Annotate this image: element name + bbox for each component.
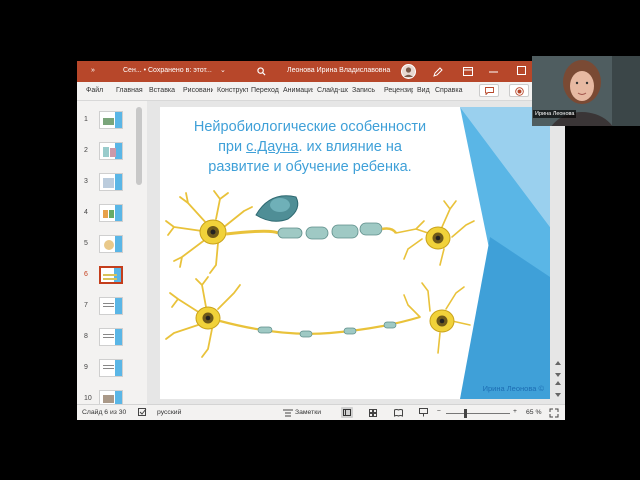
slide-preview	[99, 266, 123, 284]
notes-label: Заметки	[295, 409, 321, 416]
avatar[interactable]	[401, 64, 416, 79]
canvas-scroll-arrows[interactable]	[554, 359, 562, 399]
fit-to-window-icon[interactable]	[549, 408, 559, 418]
maximize-icon[interactable]	[517, 66, 526, 75]
normal-view-icon	[343, 409, 351, 416]
slide-thumbnail-1[interactable]: 1	[77, 111, 143, 139]
slide-counter: Слайд 6 из 30	[82, 409, 127, 416]
slide-number: 8	[84, 333, 88, 340]
notes-icon	[283, 409, 293, 417]
tab-animations[interactable]: Анимация	[283, 87, 313, 94]
neuron-bottom	[165, 276, 471, 358]
zoom-slider-handle[interactable]	[464, 409, 467, 418]
tab-draw[interactable]: Рисование	[183, 87, 213, 94]
language-indicator[interactable]: русский	[157, 409, 181, 416]
slide-thumbnail-7[interactable]: 7	[77, 297, 143, 325]
tab-view[interactable]: Вид	[417, 87, 432, 94]
slide-preview	[99, 359, 123, 377]
thumbnails-scrollbar[interactable]	[136, 103, 142, 403]
slide-number: 6	[84, 271, 88, 278]
notes-button[interactable]: Заметки	[283, 409, 321, 417]
comments-button[interactable]	[479, 84, 499, 97]
document-name[interactable]: Сен... • Сохранено в: этот...	[123, 67, 212, 74]
minimize-icon[interactable]	[489, 71, 498, 73]
slide-number: 5	[84, 240, 88, 247]
ribbon-tabs: Файл Главная Вставка Рисование Конструкт…	[77, 82, 565, 101]
tab-transitions[interactable]: Переходы	[251, 87, 279, 94]
slide-number: 9	[84, 364, 88, 371]
tab-insert[interactable]: Вставка	[149, 87, 180, 94]
slide-thumbnail-2[interactable]: 2	[77, 142, 143, 170]
slide-editing-area: Нейробиологические особенности при с.Дау…	[147, 101, 565, 404]
zoom-out-button[interactable]: −	[437, 408, 441, 415]
slide-thumbnail-5[interactable]: 5	[77, 235, 143, 263]
tab-home[interactable]: Главная	[116, 87, 145, 94]
slide-number: 2	[84, 147, 88, 154]
tab-review[interactable]: Рецензирование	[384, 87, 413, 94]
slideshow-icon[interactable]	[419, 408, 428, 417]
tab-slideshow[interactable]: Слайд-шоу	[317, 87, 348, 94]
search-icon[interactable]	[257, 67, 266, 76]
slide-number: 3	[84, 178, 88, 185]
reading-view-icon[interactable]	[394, 409, 403, 417]
user-name[interactable]: Леонова Ирина Владиславовна	[287, 67, 390, 74]
tab-record[interactable]: Запись	[352, 87, 381, 94]
slide-number: 7	[84, 302, 88, 309]
slide-thumbnail-10[interactable]: 10	[77, 390, 143, 408]
tab-design[interactable]: Конструктор	[217, 87, 248, 94]
title-text: . их влияние на	[298, 139, 402, 155]
zoom-slider[interactable]	[446, 409, 510, 418]
tab-file[interactable]: Файл	[86, 87, 103, 94]
status-bar: Слайд 6 из 30 русский Заметки − + 65 %	[77, 404, 565, 420]
participant-name: Ирина Леонова	[533, 110, 577, 118]
record-icon	[515, 87, 524, 96]
powerpoint-window: » Сен... • Сохранено в: этот... ⌄ Леонов…	[77, 61, 565, 420]
slide-sorter-icon[interactable]	[369, 409, 377, 417]
neuron-illustration	[165, 190, 475, 358]
tab-help[interactable]: Справка	[435, 87, 465, 94]
slide-thumbnail-9[interactable]: 9	[77, 359, 143, 387]
slide-preview	[99, 142, 123, 160]
title-text: при	[218, 139, 247, 155]
slide-preview	[99, 297, 123, 315]
slide-thumbnail-8[interactable]: 8	[77, 328, 143, 356]
slide-thumbnail-4[interactable]: 4	[77, 204, 143, 232]
title-line: развитие и обучение ребенка.	[208, 159, 412, 175]
slide-preview	[99, 173, 123, 191]
slide-thumbnail-3[interactable]: 3	[77, 173, 143, 201]
accessibility-icon[interactable]	[138, 408, 147, 417]
chevron-down-icon[interactable]: ⌄	[220, 66, 226, 74]
scrollbar-handle[interactable]	[136, 107, 142, 185]
title-bar: » Сен... • Сохранено в: этот... ⌄ Леонов…	[77, 61, 565, 82]
ribbon-display-icon[interactable]	[463, 67, 473, 76]
slide-number: 1	[84, 116, 88, 123]
slide-preview	[99, 111, 123, 129]
comment-icon	[485, 87, 494, 95]
title-line: Нейробиологические особенности	[193, 119, 427, 135]
title-line: при с.Дауна. их влияние на	[160, 137, 460, 157]
slide-number: 4	[84, 209, 88, 216]
slide-preview	[99, 235, 123, 253]
slide-thumbnail-6[interactable]: 6	[77, 266, 143, 294]
author-caption: Ирина Леонова ©	[482, 384, 544, 393]
neuron-top	[165, 190, 475, 274]
normal-view-button[interactable]	[341, 407, 353, 418]
slide-preview	[99, 204, 123, 222]
slide-title[interactable]: Нейробиологические особенности при с.Дау…	[160, 117, 460, 177]
slide-preview	[99, 328, 123, 346]
title-underlined-term: с.Дауна	[246, 139, 299, 155]
slide-number: 10	[84, 395, 92, 402]
current-slide[interactable]: Нейробиологические особенности при с.Дау…	[160, 107, 550, 399]
zoom-level[interactable]: 65 %	[526, 409, 542, 416]
pen-icon[interactable]	[433, 67, 443, 77]
zoom-in-button[interactable]: +	[513, 408, 517, 415]
myelin-sheath	[277, 222, 398, 240]
record-button[interactable]	[509, 84, 529, 97]
overflow-button[interactable]: »	[91, 67, 95, 74]
